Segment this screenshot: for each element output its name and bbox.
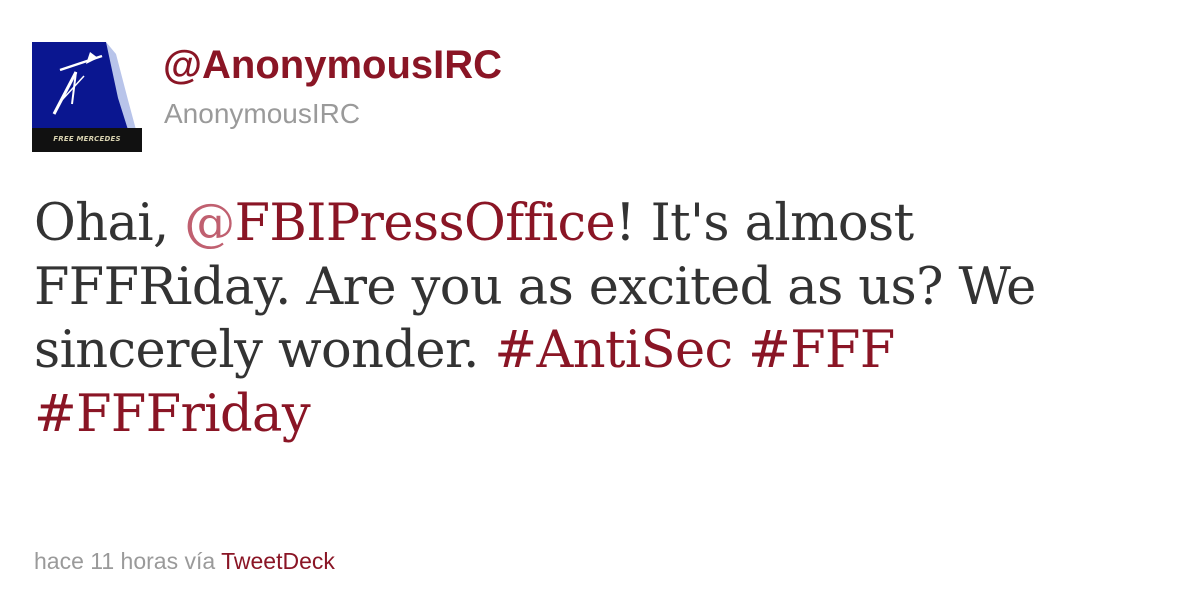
- mention-handle: FBIPressOffice: [234, 194, 616, 253]
- hashtag-fffriday[interactable]: #FFFriday: [34, 385, 311, 444]
- tweet-text-intro: Ohai,: [34, 194, 185, 253]
- screen-name-link[interactable]: @AnonymousIRC: [163, 40, 502, 90]
- hashtag-antisec[interactable]: #AntiSec: [494, 321, 733, 380]
- tweet-text: Ohai, @FBIPressOffice! It's almost FFFRi…: [34, 192, 1184, 446]
- tweet-card: FREE MERCEDES @AnonymousIRC AnonymousIRC…: [0, 0, 1200, 600]
- full-name: AnonymousIRC: [164, 98, 361, 129]
- source-link[interactable]: TweetDeck: [221, 548, 335, 574]
- mention-link[interactable]: @FBIPressOffice: [184, 194, 615, 253]
- tweet-timestamp[interactable]: hace 11 horas vía: [34, 548, 215, 574]
- tweet-meta: hace 11 horas vía TweetDeck: [34, 545, 335, 577]
- avatar-caption: FREE MERCEDES: [53, 135, 121, 143]
- hashtag-fff[interactable]: #FFF: [748, 321, 895, 380]
- avatar[interactable]: FREE MERCEDES: [32, 42, 142, 152]
- mention-at: @: [184, 194, 235, 253]
